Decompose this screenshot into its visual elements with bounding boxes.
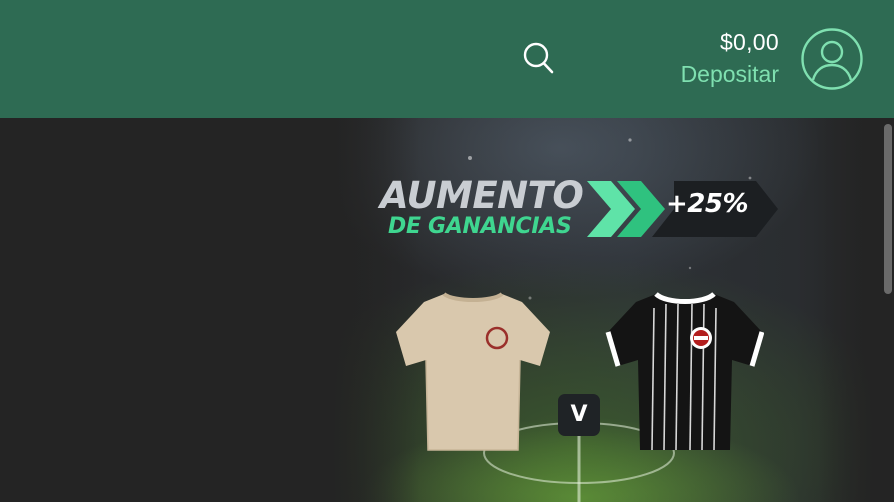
away-team-jersey xyxy=(605,291,764,451)
promo-banner[interactable]: AUMENTO DE GANANCIAS +25% V xyxy=(330,118,878,502)
home-team-jersey xyxy=(396,292,550,451)
search-button[interactable] xyxy=(518,36,558,80)
away-crest-icon xyxy=(690,327,712,349)
top-header: $0,00 Depositar xyxy=(0,0,894,118)
user-account-icon xyxy=(801,28,863,90)
deposit-link[interactable]: Depositar xyxy=(681,59,779,89)
balance-amount: $0,00 xyxy=(719,29,779,55)
promo-subtitle: DE GANANCIAS xyxy=(388,214,572,239)
boost-percentage: +25% xyxy=(666,189,749,219)
promo-title: AUMENTO xyxy=(380,174,584,217)
account-button[interactable] xyxy=(800,27,864,91)
vertical-scrollbar[interactable] xyxy=(882,124,894,502)
versus-badge: V xyxy=(558,394,600,436)
scrollbar-thumb[interactable] xyxy=(884,124,892,294)
main-content: AUMENTO DE GANANCIAS +25% V xyxy=(0,118,894,502)
balance-block: $0,00 Depositar xyxy=(681,28,779,89)
earnings-boost-promo: AUMENTO DE GANANCIAS +25% xyxy=(380,176,790,244)
search-icon xyxy=(523,42,554,74)
